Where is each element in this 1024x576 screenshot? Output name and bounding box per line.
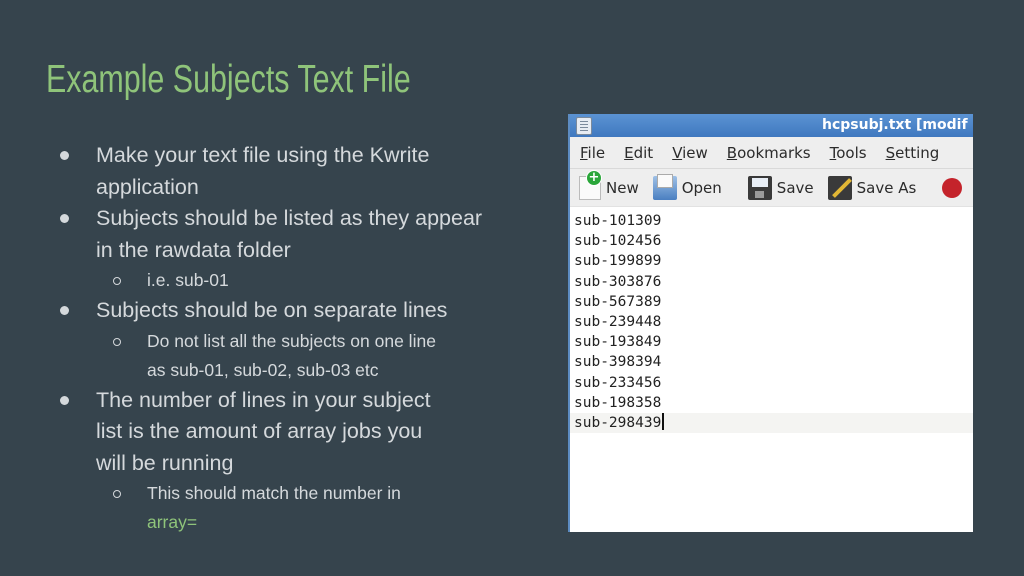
editor-line[interactable]: sub-298439	[570, 412, 973, 434]
line-text: sub-193849	[574, 334, 662, 351]
bullet-dot-icon	[60, 214, 69, 223]
editor-line[interactable]: sub-567389	[570, 292, 973, 312]
save-as-button[interactable]: Save As	[827, 175, 916, 200]
new-document-icon	[579, 169, 602, 200]
bullet-dot-icon	[60, 306, 69, 315]
sub-bullet-item: i.e. sub-01	[56, 266, 496, 295]
line-text: sub-398394	[574, 354, 662, 371]
bullet-dot-icon	[60, 395, 69, 405]
open-button[interactable]: Open	[652, 173, 722, 200]
array-keyword: array=	[147, 512, 198, 532]
menu-edit[interactable]: Edit	[624, 144, 653, 162]
kwrite-window: hcpsubj.txt [modif File Edit View Bookma…	[568, 114, 973, 532]
line-text: sub-198358	[574, 394, 662, 411]
bullet-text: Subjects should be listed as they appear…	[96, 206, 483, 262]
save-button[interactable]: Save	[747, 175, 814, 200]
window-titlebar[interactable]: hcpsubj.txt [modif	[570, 114, 973, 137]
line-text: sub-298439	[574, 414, 662, 431]
line-text: sub-233456	[574, 374, 662, 391]
bullet-item: Subjects should be on separate lines	[56, 295, 496, 327]
line-text: sub-303876	[574, 273, 662, 290]
toolbar: New Open Save Save As	[570, 169, 973, 207]
line-text: sub-102456	[574, 233, 662, 250]
bullet-ring-icon	[113, 490, 121, 498]
close-document-button[interactable]	[942, 176, 963, 200]
editor-line[interactable]: sub-303876	[570, 272, 973, 292]
text-caret	[662, 412, 665, 430]
editor-line[interactable]: sub-102456	[570, 231, 973, 251]
menu-view[interactable]: View	[672, 144, 708, 162]
menu-tools[interactable]: Tools	[830, 144, 867, 162]
bullet-text: The number of lines in your subject list…	[96, 387, 431, 475]
open-folder-icon	[652, 173, 677, 200]
editor-line[interactable]: sub-101309	[570, 211, 973, 231]
editor-line[interactable]: sub-398394	[570, 352, 973, 372]
bullet-item: Make your text file using the Kwrite app…	[56, 140, 496, 203]
menu-file[interactable]: File	[580, 144, 605, 162]
bullet-text: Subjects should be on separate lines	[96, 298, 448, 322]
bullet-list: Make your text file using the Kwrite app…	[56, 140, 496, 537]
sub-bullet-text: Do not list all the subjects on one line…	[147, 330, 436, 380]
editor-line[interactable]: sub-198358	[570, 393, 973, 413]
editor-line[interactable]: sub-233456	[570, 373, 973, 393]
editor-line[interactable]: sub-239448	[570, 312, 973, 332]
slide-title: Example Subjects Text File	[46, 58, 411, 101]
editor-line[interactable]: sub-193849	[570, 332, 973, 352]
line-text: sub-567389	[574, 293, 662, 310]
new-button[interactable]: New	[579, 169, 639, 200]
sub-bullet-item: This should match the number in array=	[56, 479, 496, 537]
bullet-ring-icon	[113, 337, 121, 346]
text-editor[interactable]: sub-101309 sub-102456 sub-199899 sub-303876…	[570, 207, 973, 434]
line-text: sub-101309	[574, 213, 662, 229]
save-as-icon	[827, 175, 852, 200]
bullet-text: Make your text file using the Kwrite app…	[96, 143, 430, 199]
line-text: sub-239448	[574, 313, 662, 330]
close-red-icon	[942, 176, 963, 200]
sub-bullet-text: i.e. sub-01	[147, 270, 229, 290]
menu-bar: File Edit View Bookmarks Tools Setting	[570, 137, 973, 169]
sub-bullet-item: Do not list all the subjects on one line…	[56, 327, 496, 385]
menu-bookmarks[interactable]: Bookmarks	[727, 144, 811, 162]
window-title: hcpsubj.txt [modif	[822, 117, 968, 133]
bullet-item: The number of lines in your subject list…	[56, 385, 496, 480]
bullet-item: Subjects should be listed as they appear…	[56, 203, 496, 266]
line-text: sub-199899	[574, 253, 662, 270]
kwrite-app-icon[interactable]	[576, 117, 592, 135]
sub-bullet-text: This should match the number in	[147, 483, 401, 503]
floppy-save-icon	[747, 175, 772, 200]
editor-line[interactable]: sub-199899	[570, 251, 973, 271]
bullet-ring-icon	[113, 277, 121, 285]
bullet-dot-icon	[60, 151, 69, 160]
menu-settings[interactable]: Setting	[886, 144, 940, 162]
